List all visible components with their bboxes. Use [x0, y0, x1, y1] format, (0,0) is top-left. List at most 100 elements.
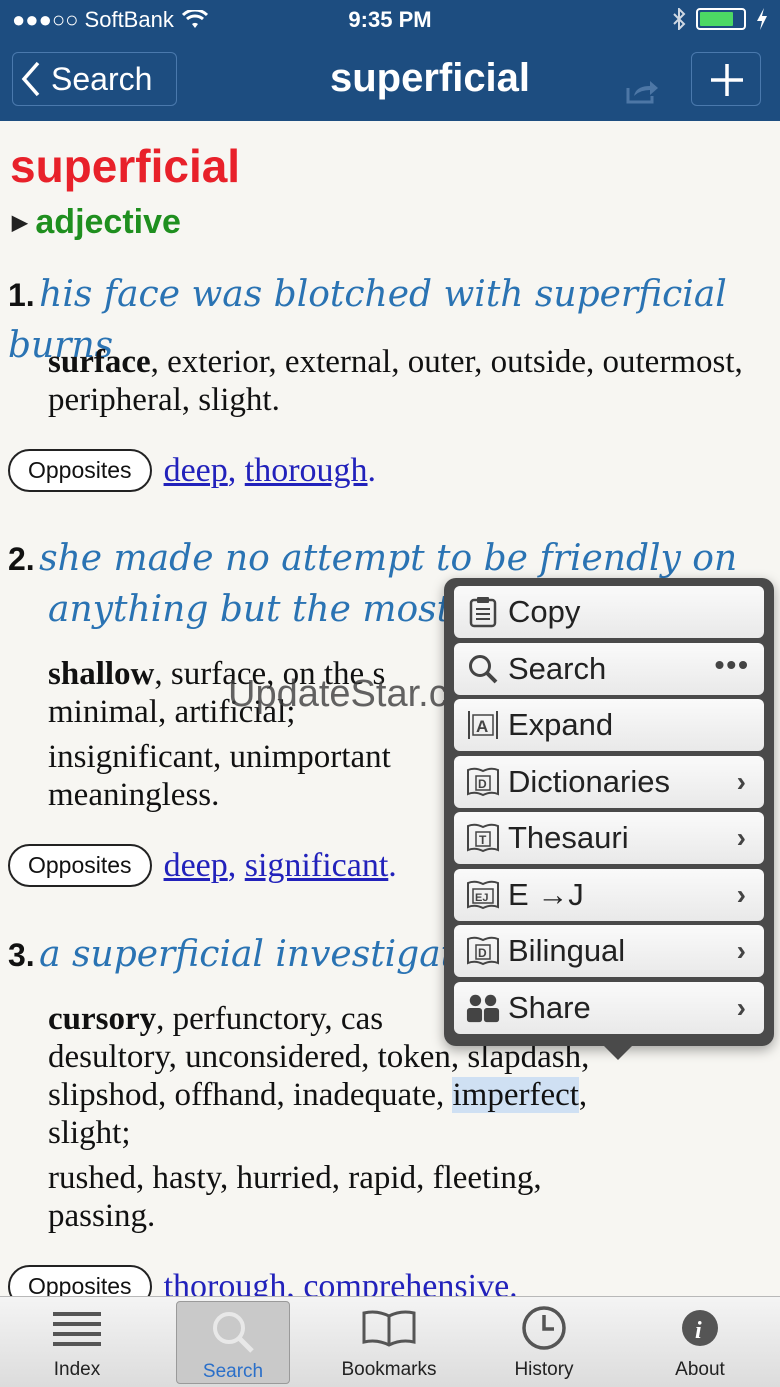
- tab-label: Search: [202, 1361, 264, 1382]
- menu-item-share[interactable]: Share ›: [454, 981, 764, 1034]
- menu-item-label: Search: [508, 650, 607, 686]
- svg-text:T: T: [479, 833, 487, 847]
- opposite-link[interactable]: significant: [245, 847, 389, 884]
- opposites-links: deep, thorough.: [163, 451, 377, 489]
- menu-item-label: Dictionaries: [508, 763, 670, 799]
- tab-label: Bookmarks: [341, 1359, 437, 1380]
- menu-item-copy[interactable]: Copy: [454, 586, 764, 638]
- selected-word[interactable]: imperfect: [452, 1077, 579, 1113]
- tab-history[interactable]: History: [486, 1297, 602, 1387]
- svg-text:D: D: [478, 777, 487, 791]
- top-bar: ●●●○○ SoftBank 9:35 PM Search superficia…: [0, 0, 780, 121]
- part-of-speech[interactable]: ▶ adjective: [12, 203, 181, 242]
- tab-bookmarks[interactable]: Bookmarks: [331, 1297, 447, 1387]
- synonyms: passing.: [48, 1198, 156, 1234]
- synonym-lead[interactable]: shallow: [48, 656, 154, 692]
- tab-search[interactable]: Search: [176, 1301, 290, 1384]
- bilingual-book-icon: D: [466, 934, 500, 968]
- menu-item-label: Copy: [508, 594, 581, 629]
- opposites-row: Opposites deep, thorough.: [8, 449, 376, 492]
- svg-text:i: i: [695, 1318, 702, 1344]
- status-time: 9:35 PM: [348, 7, 432, 32]
- more-icon[interactable]: •••: [715, 649, 750, 681]
- chevron-right-icon: ›: [736, 878, 746, 910]
- share-icon[interactable]: [622, 76, 662, 106]
- menu-item-e-to-j[interactable]: EJ E →J ›: [454, 868, 764, 921]
- menu-item-label: Bilingual: [508, 933, 626, 968]
- clipboard-icon: [466, 595, 500, 629]
- synonym-lead[interactable]: surface: [48, 344, 151, 380]
- opposites-button[interactable]: Opposites: [8, 1265, 152, 1296]
- opposites-row: Opposites thorough, comprehensive.: [8, 1265, 518, 1296]
- bluetooth-icon: [673, 8, 686, 30]
- opposites-row: Opposites deep, significant.: [8, 844, 397, 887]
- context-menu: Copy Search ••• A Expand D Dictionaries …: [444, 578, 774, 1060]
- menu-item-bilingual[interactable]: D Bilingual ›: [454, 925, 764, 977]
- synonyms: , perfunctory, cas: [156, 1001, 384, 1037]
- chevron-right-icon: ›: [736, 765, 746, 797]
- dictionary-book-icon: D: [466, 765, 500, 799]
- sense-number: 2.: [8, 541, 35, 577]
- magnifier-icon: [466, 652, 500, 686]
- chevron-right-icon: ›: [736, 822, 746, 853]
- chevron-right-icon: ›: [736, 935, 746, 966]
- clock-icon: [520, 1297, 568, 1359]
- list-icon: [51, 1297, 103, 1359]
- status-bar: ●●●○○ SoftBank 9:35 PM: [0, 0, 780, 40]
- menu-item-thesauri[interactable]: T Thesauri ›: [454, 812, 764, 864]
- opposite-link[interactable]: deep: [164, 452, 228, 489]
- disclosure-triangle-icon: ▶: [12, 212, 28, 234]
- status-right: [672, 8, 768, 30]
- opposite-link[interactable]: thorough: [164, 1268, 287, 1297]
- opposite-link[interactable]: comprehensive: [303, 1268, 509, 1297]
- thesaurus-book-icon: T: [466, 821, 500, 855]
- tab-label: Index: [53, 1359, 101, 1380]
- synonyms: , exterior, external, outer, outside, ou…: [48, 344, 743, 418]
- synonyms: slight;: [48, 1115, 131, 1151]
- synonyms: insignificant, unimportant: [48, 739, 391, 775]
- opposite-link[interactable]: thorough: [245, 452, 368, 489]
- sense-example: she made no attempt to be friendly on: [39, 538, 738, 579]
- opposites-button[interactable]: Opposites: [8, 449, 152, 492]
- synonyms: ,: [578, 1077, 588, 1113]
- menu-item-search[interactable]: Search •••: [454, 642, 764, 695]
- battery-icon: [696, 8, 746, 30]
- info-icon: i: [680, 1297, 720, 1359]
- synonyms: slipshod, offhand, inadequate,: [48, 1077, 453, 1113]
- menu-item-dictionaries[interactable]: D Dictionaries ›: [454, 755, 764, 808]
- tab-about[interactable]: i About: [642, 1297, 758, 1387]
- back-button-label: Search: [51, 60, 153, 97]
- svg-text:D: D: [478, 946, 487, 960]
- back-button[interactable]: Search: [12, 52, 177, 106]
- search-icon: [210, 1302, 256, 1361]
- menu-item-label: E →J: [508, 876, 584, 912]
- sense-number: 1.: [8, 277, 35, 313]
- add-button[interactable]: [691, 52, 761, 106]
- opposite-link[interactable]: deep: [164, 847, 228, 884]
- synonym-list: surface, exterior, external, outer, outs…: [48, 343, 748, 419]
- part-of-speech-label: adjective: [35, 203, 181, 241]
- sense-3: 3. a superficial investigation: [8, 929, 512, 980]
- menu-item-label: Thesauri: [508, 820, 629, 855]
- expand-icon: A: [466, 708, 500, 742]
- opposites-links: deep, significant.: [163, 846, 397, 884]
- synonyms-row: slipshod, offhand, inadequate, imperfect…: [48, 1076, 768, 1114]
- ej-book-icon: EJ: [466, 878, 500, 912]
- opposites-links: thorough, comprehensive.: [164, 1268, 518, 1297]
- menu-item-label: Expand: [508, 707, 614, 742]
- tab-label: History: [514, 1359, 574, 1380]
- page-title: superficial: [329, 56, 531, 100]
- plus-icon: [711, 64, 743, 96]
- people-icon: [466, 991, 500, 1025]
- opposites-button[interactable]: Opposites: [8, 844, 152, 887]
- menu-item-expand[interactable]: A Expand: [454, 699, 764, 751]
- synonym-lead[interactable]: cursory: [48, 1001, 156, 1037]
- svg-text:EJ: EJ: [475, 892, 488, 904]
- synonyms: rushed, hasty, hurried, rapid, fleeting,: [48, 1160, 542, 1196]
- headword: superficial: [10, 140, 241, 192]
- sense-number: 3.: [8, 937, 35, 973]
- tab-bar: Index Search Bookmarks History i About: [0, 1296, 780, 1387]
- popup-arrow: [604, 1046, 632, 1060]
- tab-index[interactable]: Index: [19, 1297, 135, 1387]
- synonyms: meaningless.: [48, 777, 220, 813]
